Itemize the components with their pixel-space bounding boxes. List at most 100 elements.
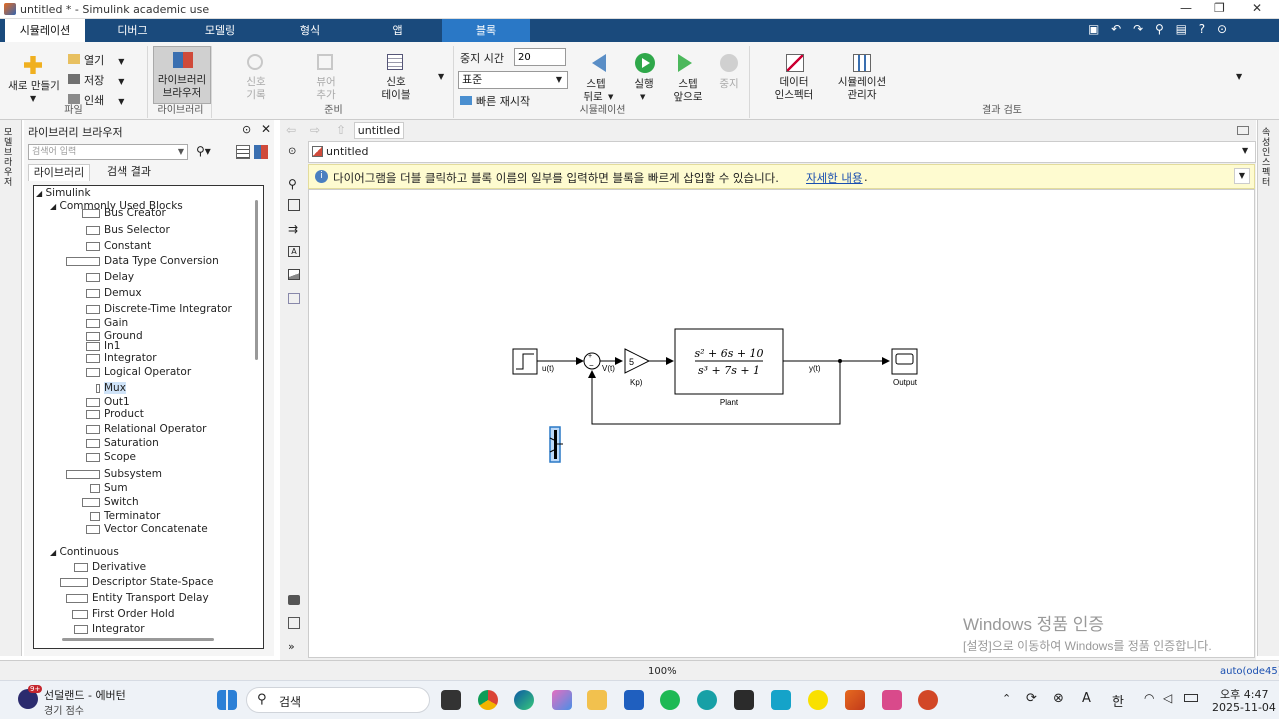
tree-item[interactable]: Discrete-Time Integrator — [104, 303, 232, 315]
tree-item[interactable]: Terminator — [104, 510, 160, 522]
tree-item[interactable]: Out1 — [104, 396, 130, 408]
tree-item[interactable]: Saturation — [104, 437, 159, 449]
tab-library[interactable]: 라이브러리 — [28, 164, 90, 181]
hide-explorer-icon[interactable]: ⊙ — [288, 146, 296, 157]
clock-time[interactable]: 오후 4:47 — [1220, 686, 1268, 702]
save-button[interactable]: 저장 ▼ — [68, 72, 132, 87]
maximize-button[interactable]: ❐ — [1214, 1, 1225, 15]
up-icon[interactable]: ⇧ — [336, 123, 346, 137]
library-browser-button[interactable]: 라이브러리 브라우저 — [153, 46, 211, 104]
mux-block-selected[interactable] — [549, 426, 563, 463]
forward-icon[interactable]: ⇨ — [310, 123, 320, 137]
model-browser-strip[interactable]: 모델 브라우저 — [0, 120, 22, 656]
taskbar-search[interactable]: ⚲ 검색 — [246, 687, 430, 713]
breadcrumb[interactable]: untitled — [326, 145, 368, 158]
sync-icon[interactable]: ⟳ — [1026, 691, 1037, 706]
tree-item[interactable]: Gain — [104, 317, 128, 329]
fit-view-icon[interactable] — [288, 199, 300, 211]
green-app-icon[interactable] — [660, 690, 680, 710]
tab-debug[interactable]: 디버그 — [95, 19, 170, 42]
solver-link[interactable]: auto(ode45) — [1220, 666, 1279, 677]
zoom-icon[interactable]: ⚲ — [288, 177, 297, 191]
tree-item[interactable]: Integrator — [104, 352, 157, 364]
help-icon[interactable]: ? — [1199, 22, 1205, 36]
tree-scrollbar[interactable] — [255, 200, 258, 360]
view-grid-icon[interactable] — [236, 145, 250, 159]
plant-block[interactable]: s² + 6s + 10 s³ + 7s + 1 — [674, 328, 784, 395]
security-icon[interactable]: ⊗ — [1053, 691, 1064, 706]
powerpoint-icon[interactable] — [918, 690, 938, 710]
output-scope-block[interactable] — [891, 348, 918, 375]
simulation-mode-select[interactable]: 표준 ▼ — [458, 71, 568, 89]
tree-item[interactable]: Entity Transport Delay — [92, 592, 209, 604]
ribbon-expand-icon[interactable]: ▼ — [1236, 72, 1242, 81]
tree-item[interactable]: Constant — [104, 240, 151, 252]
tree-item[interactable]: Product — [104, 408, 144, 420]
info-dropdown-icon[interactable]: ▼ — [1234, 168, 1250, 184]
signal-table-button[interactable]: 신호 테이블 — [374, 50, 418, 106]
close-button[interactable]: ✕ — [1252, 1, 1262, 15]
gain-block[interactable]: 5 — [624, 348, 651, 374]
kakaotalk-icon[interactable] — [808, 690, 828, 710]
view-icons-icon[interactable] — [254, 145, 268, 159]
windows-start-icon[interactable] — [217, 690, 237, 710]
tree-item[interactable]: Logical Operator — [104, 366, 191, 378]
file-explorer-icon[interactable] — [587, 690, 607, 710]
search-icon[interactable]: ⚲ — [1155, 22, 1164, 36]
camera-icon[interactable] — [288, 595, 300, 605]
layout-icon[interactable]: ▤ — [1176, 22, 1187, 36]
tab-format[interactable]: 형식 — [270, 19, 350, 42]
more-tools-icon[interactable]: » — [288, 640, 295, 653]
tab-simulation[interactable]: 시뮬레이션 — [5, 19, 85, 42]
tree-item[interactable]: Integrator — [92, 623, 145, 635]
annotation-icon[interactable]: A — [288, 246, 300, 257]
back-icon[interactable]: ⇦ — [286, 123, 296, 137]
tree-item[interactable]: Relational Operator — [104, 423, 206, 435]
simulation-manager-button[interactable]: 시뮬레이션 관리자 — [832, 50, 892, 106]
sum-block[interactable]: + − — [583, 352, 601, 370]
image-icon[interactable] — [288, 269, 300, 280]
tree-hscrollbar[interactable] — [62, 638, 214, 641]
arrow-tool-icon[interactable]: ⇉ — [288, 222, 298, 236]
stop-time-input[interactable] — [514, 48, 566, 66]
tree-item[interactable]: Sum — [104, 482, 128, 494]
step-block[interactable] — [512, 348, 538, 375]
minimize-button[interactable]: — — [1180, 1, 1192, 15]
save-icon[interactable]: ▣ — [1088, 22, 1099, 36]
collapse-icon[interactable]: ⊙ — [1217, 22, 1227, 36]
cyan-app-icon[interactable] — [771, 690, 791, 710]
panel-layout-icon[interactable] — [1237, 126, 1249, 135]
undo-icon[interactable]: ↶ — [1111, 22, 1121, 36]
task-view-icon[interactable] — [441, 690, 461, 710]
ime-mode-a[interactable]: A — [1082, 691, 1091, 706]
panel-close-icon[interactable]: ✕ — [261, 122, 271, 136]
tab-modeling[interactable]: 모델링 — [180, 19, 260, 42]
area-icon[interactable] — [288, 293, 300, 304]
chrome-icon[interactable] — [478, 690, 498, 710]
data-inspector-button[interactable]: 데이터 인스펙터 — [764, 50, 824, 106]
model-browser-label[interactable]: 모델 브라우저 — [4, 128, 18, 188]
clock-date[interactable]: 2025-11-04 — [1212, 701, 1276, 714]
weather-widget[interactable]: 9+ 선덜랜드 - 에버턴 경기 점수 — [18, 685, 168, 717]
property-inspector-label[interactable]: 속성 인스펙터 — [1262, 128, 1276, 188]
tree-item-simulink[interactable]: ◢ Simulink — [36, 187, 91, 199]
teal-app-icon[interactable] — [697, 690, 717, 710]
model-tab[interactable]: untitled — [354, 122, 404, 139]
log-signals-button[interactable]: 신호 기록 — [234, 50, 278, 106]
tree-item[interactable]: Delay — [104, 271, 134, 283]
property-icon[interactable] — [288, 617, 300, 629]
tree-item[interactable]: Vector Concatenate — [104, 523, 208, 535]
tab-search-results[interactable]: 검색 결과 — [96, 164, 162, 181]
library-search-input[interactable]: 검색어 입력 ▼ — [28, 144, 188, 160]
tree-item[interactable]: Descriptor State-Space — [92, 576, 213, 588]
tree-item[interactable]: Data Type Conversion — [104, 255, 219, 267]
tree-item[interactable]: Derivative — [92, 561, 146, 573]
sticky-notes-icon[interactable] — [734, 690, 754, 710]
prepare-expand-icon[interactable]: ▼ — [438, 72, 444, 81]
tab-apps[interactable]: 앱 — [360, 19, 435, 42]
tray-chevron-icon[interactable]: ⌃ — [1002, 692, 1011, 705]
redo-icon[interactable]: ↷ — [1133, 22, 1143, 36]
tree-item[interactable]: Bus Creator — [104, 207, 166, 219]
battery-icon[interactable] — [1184, 694, 1198, 702]
tree-item[interactable]: Bus Selector — [104, 224, 170, 236]
